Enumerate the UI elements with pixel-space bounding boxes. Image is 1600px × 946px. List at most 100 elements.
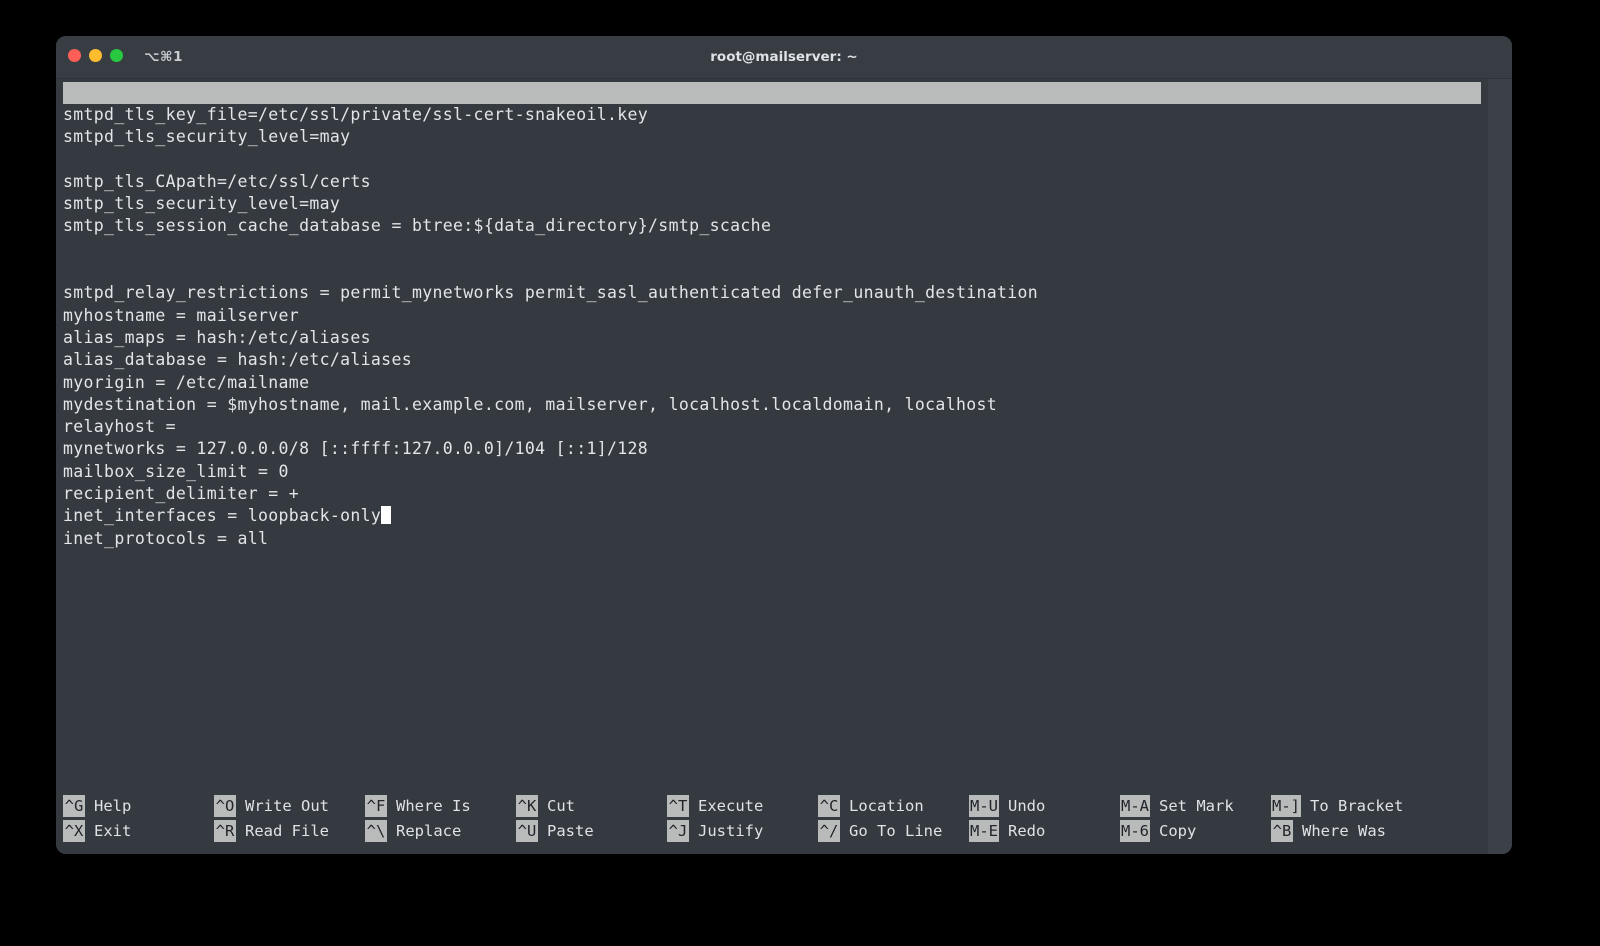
shortcut-item[interactable]: M-] To Bracket bbox=[1271, 793, 1422, 818]
shortcut-key: ^\ bbox=[365, 819, 387, 842]
shortcut-label: Copy bbox=[1159, 821, 1197, 840]
editor-line-text: alias_maps = hash:/etc/aliases bbox=[63, 327, 371, 347]
shortcut-label: Write Out bbox=[245, 796, 329, 815]
editor-line: smtp_tls_CApath=/etc/ssl/certs bbox=[63, 171, 1488, 193]
editor-line: recipient_delimiter = + bbox=[63, 483, 1488, 505]
shortcut-key: M-U bbox=[969, 794, 999, 817]
editor-line-text: smtpd_tls_security_level=may bbox=[63, 127, 351, 147]
shortcut-row-primary: ^G Help ^O Write Out ^F Where Is ^K Cut ^T Execut… bbox=[63, 793, 1488, 818]
editor-line: mynetworks = 127.0.0.0/8 [::ffff:127.0.0… bbox=[63, 438, 1488, 460]
shortcut-label: Read File bbox=[245, 821, 329, 840]
terminal-window: ⌥⌘1 root@mailserver: ~ GNU nano 8.1 /etc… bbox=[56, 36, 1512, 854]
shortcut-key: ^R bbox=[214, 819, 236, 842]
shortcut-item[interactable]: M-6 Copy bbox=[1120, 818, 1271, 843]
shortcut-label: Where Is bbox=[396, 796, 471, 815]
editor-line-text: smtp_tls_session_cache_database = btree:… bbox=[63, 216, 772, 236]
shortcut-label: Cut bbox=[547, 796, 575, 815]
editor-line: alias_database = hash:/etc/aliases bbox=[63, 349, 1488, 371]
editor-text-area[interactable]: smtpd_tls_key_file=/etc/ssl/private/ssl-… bbox=[63, 104, 1488, 765]
shortcut-item[interactable]: ^B Where Was bbox=[1271, 818, 1422, 843]
shortcut-key: ^J bbox=[667, 819, 689, 842]
shortcut-item[interactable]: ^X Exit bbox=[63, 818, 214, 843]
editor-line: inet_interfaces = loopback-only bbox=[63, 505, 1488, 527]
text-cursor bbox=[381, 506, 392, 525]
shortcut-key: ^/ bbox=[818, 819, 840, 842]
editor-line: smtp_tls_session_cache_database = btree:… bbox=[63, 215, 1488, 237]
editor-line: relayhost = bbox=[63, 416, 1488, 438]
nano-header-bar: GNU nano 8.1 /etc/postfix/main.cf * bbox=[63, 82, 1481, 104]
editor-line-text: relayhost = bbox=[63, 417, 176, 437]
editor-line: smtpd_tls_security_level=may bbox=[63, 126, 1488, 148]
editor-line-text: smtpd_relay_restrictions = permit_mynetw… bbox=[63, 283, 1039, 303]
shortcut-label: Help bbox=[94, 796, 132, 815]
editor-line: smtp_tls_security_level=may bbox=[63, 193, 1488, 215]
editor-line-text: myhostname = mailserver bbox=[63, 305, 300, 325]
shortcut-item[interactable]: M-E Redo bbox=[969, 818, 1120, 843]
scrollbar-gutter[interactable] bbox=[1488, 79, 1512, 854]
shortcut-key: ^F bbox=[365, 794, 387, 817]
shortcut-item[interactable]: ^J Justify bbox=[667, 818, 818, 843]
shortcut-key: M-A bbox=[1120, 794, 1150, 817]
shortcut-item[interactable]: M-A Set Mark bbox=[1120, 793, 1271, 818]
editor-line-text: mydestination = $myhostname, mail.exampl… bbox=[63, 394, 998, 414]
nano-shortcut-bar: ^G Help ^O Write Out ^F Where Is ^K Cut ^T Execut… bbox=[63, 793, 1488, 843]
editor-line: alias_maps = hash:/etc/aliases bbox=[63, 327, 1488, 349]
shortcut-row-secondary: ^X Exit ^R Read File ^\ Replace ^U Paste ^J Justi… bbox=[63, 818, 1488, 843]
editor-line: smtpd_relay_restrictions = permit_mynetw… bbox=[63, 282, 1488, 304]
shortcut-label: Go To Line bbox=[849, 821, 943, 840]
editor-line-text: mailbox_size_limit = 0 bbox=[63, 461, 289, 481]
desktop-background: ⌥⌘1 root@mailserver: ~ GNU nano 8.1 /etc… bbox=[0, 0, 1600, 946]
editor-line: inet_protocols = all bbox=[63, 528, 1488, 550]
shortcut-label: Execute bbox=[698, 796, 764, 815]
shortcut-key: ^C bbox=[818, 794, 840, 817]
editor-line: smtpd_tls_key_file=/etc/ssl/private/ssl-… bbox=[63, 104, 1488, 126]
editor-line-text: inet_interfaces = loopback-only bbox=[63, 506, 382, 526]
window-titlebar[interactable]: ⌥⌘1 root@mailserver: ~ bbox=[56, 36, 1512, 79]
shortcut-item[interactable]: ^/ Go To Line bbox=[818, 818, 969, 843]
editor-line-text: mynetworks = 127.0.0.0/8 [::ffff:127.0.0… bbox=[63, 439, 649, 459]
shortcut-label: Justify bbox=[698, 821, 764, 840]
shortcut-key: ^X bbox=[63, 819, 85, 842]
editor-line-text: myorigin = /etc/mailname bbox=[63, 372, 310, 392]
editor-line: mailbox_size_limit = 0 bbox=[63, 461, 1488, 483]
shortcut-key: ^U bbox=[516, 819, 538, 842]
shortcut-label: To Bracket bbox=[1310, 796, 1404, 815]
shortcut-key: M-E bbox=[969, 819, 999, 842]
terminal-body[interactable]: GNU nano 8.1 /etc/postfix/main.cf * smtp… bbox=[56, 79, 1512, 854]
shortcut-item[interactable]: ^C Location bbox=[818, 793, 969, 818]
shortcut-label: Location bbox=[849, 796, 924, 815]
shortcut-key: ^T bbox=[667, 794, 689, 817]
shortcut-key: ^G bbox=[63, 794, 85, 817]
shortcut-label: Paste bbox=[547, 821, 594, 840]
shortcut-label: Exit bbox=[94, 821, 132, 840]
editor-line-text: recipient_delimiter = + bbox=[63, 484, 300, 504]
shortcut-item[interactable]: ^F Where Is bbox=[365, 793, 516, 818]
shortcut-label: Replace bbox=[396, 821, 462, 840]
shortcut-item[interactable]: ^O Write Out bbox=[214, 793, 365, 818]
editor-line: myorigin = /etc/mailname bbox=[63, 372, 1488, 394]
window-title: root@mailserver: ~ bbox=[710, 49, 858, 65]
editor-line-text: inet_protocols = all bbox=[63, 528, 269, 548]
shortcut-key: ^B bbox=[1271, 819, 1293, 842]
shortcut-item[interactable]: ^G Help bbox=[63, 793, 214, 818]
shortcut-item[interactable]: ^\ Replace bbox=[365, 818, 516, 843]
shortcut-item[interactable]: M-U Undo bbox=[969, 793, 1120, 818]
shortcut-item[interactable]: ^K Cut bbox=[516, 793, 667, 818]
shortcut-label: Set Mark bbox=[1159, 796, 1234, 815]
shortcut-key: M-] bbox=[1271, 794, 1301, 817]
editor-line-text: smtp_tls_CApath=/etc/ssl/certs bbox=[63, 171, 371, 191]
shortcut-key: ^O bbox=[214, 794, 236, 817]
editor-line-text: alias_database = hash:/etc/aliases bbox=[63, 350, 412, 370]
editor-line: mydestination = $myhostname, mail.exampl… bbox=[63, 394, 1488, 416]
editor-line-text: smtp_tls_security_level=may bbox=[63, 194, 341, 214]
shortcut-item[interactable]: ^R Read File bbox=[214, 818, 365, 843]
editor-line-text: smtpd_tls_key_file=/etc/ssl/private/ssl-… bbox=[63, 105, 649, 124]
editor-line: myhostname = mailserver bbox=[63, 305, 1488, 327]
shortcut-key: ^K bbox=[516, 794, 538, 817]
shortcut-item[interactable]: ^T Execute bbox=[667, 793, 818, 818]
shortcut-item[interactable]: ^U Paste bbox=[516, 818, 667, 843]
shortcut-label: Where Was bbox=[1302, 821, 1386, 840]
